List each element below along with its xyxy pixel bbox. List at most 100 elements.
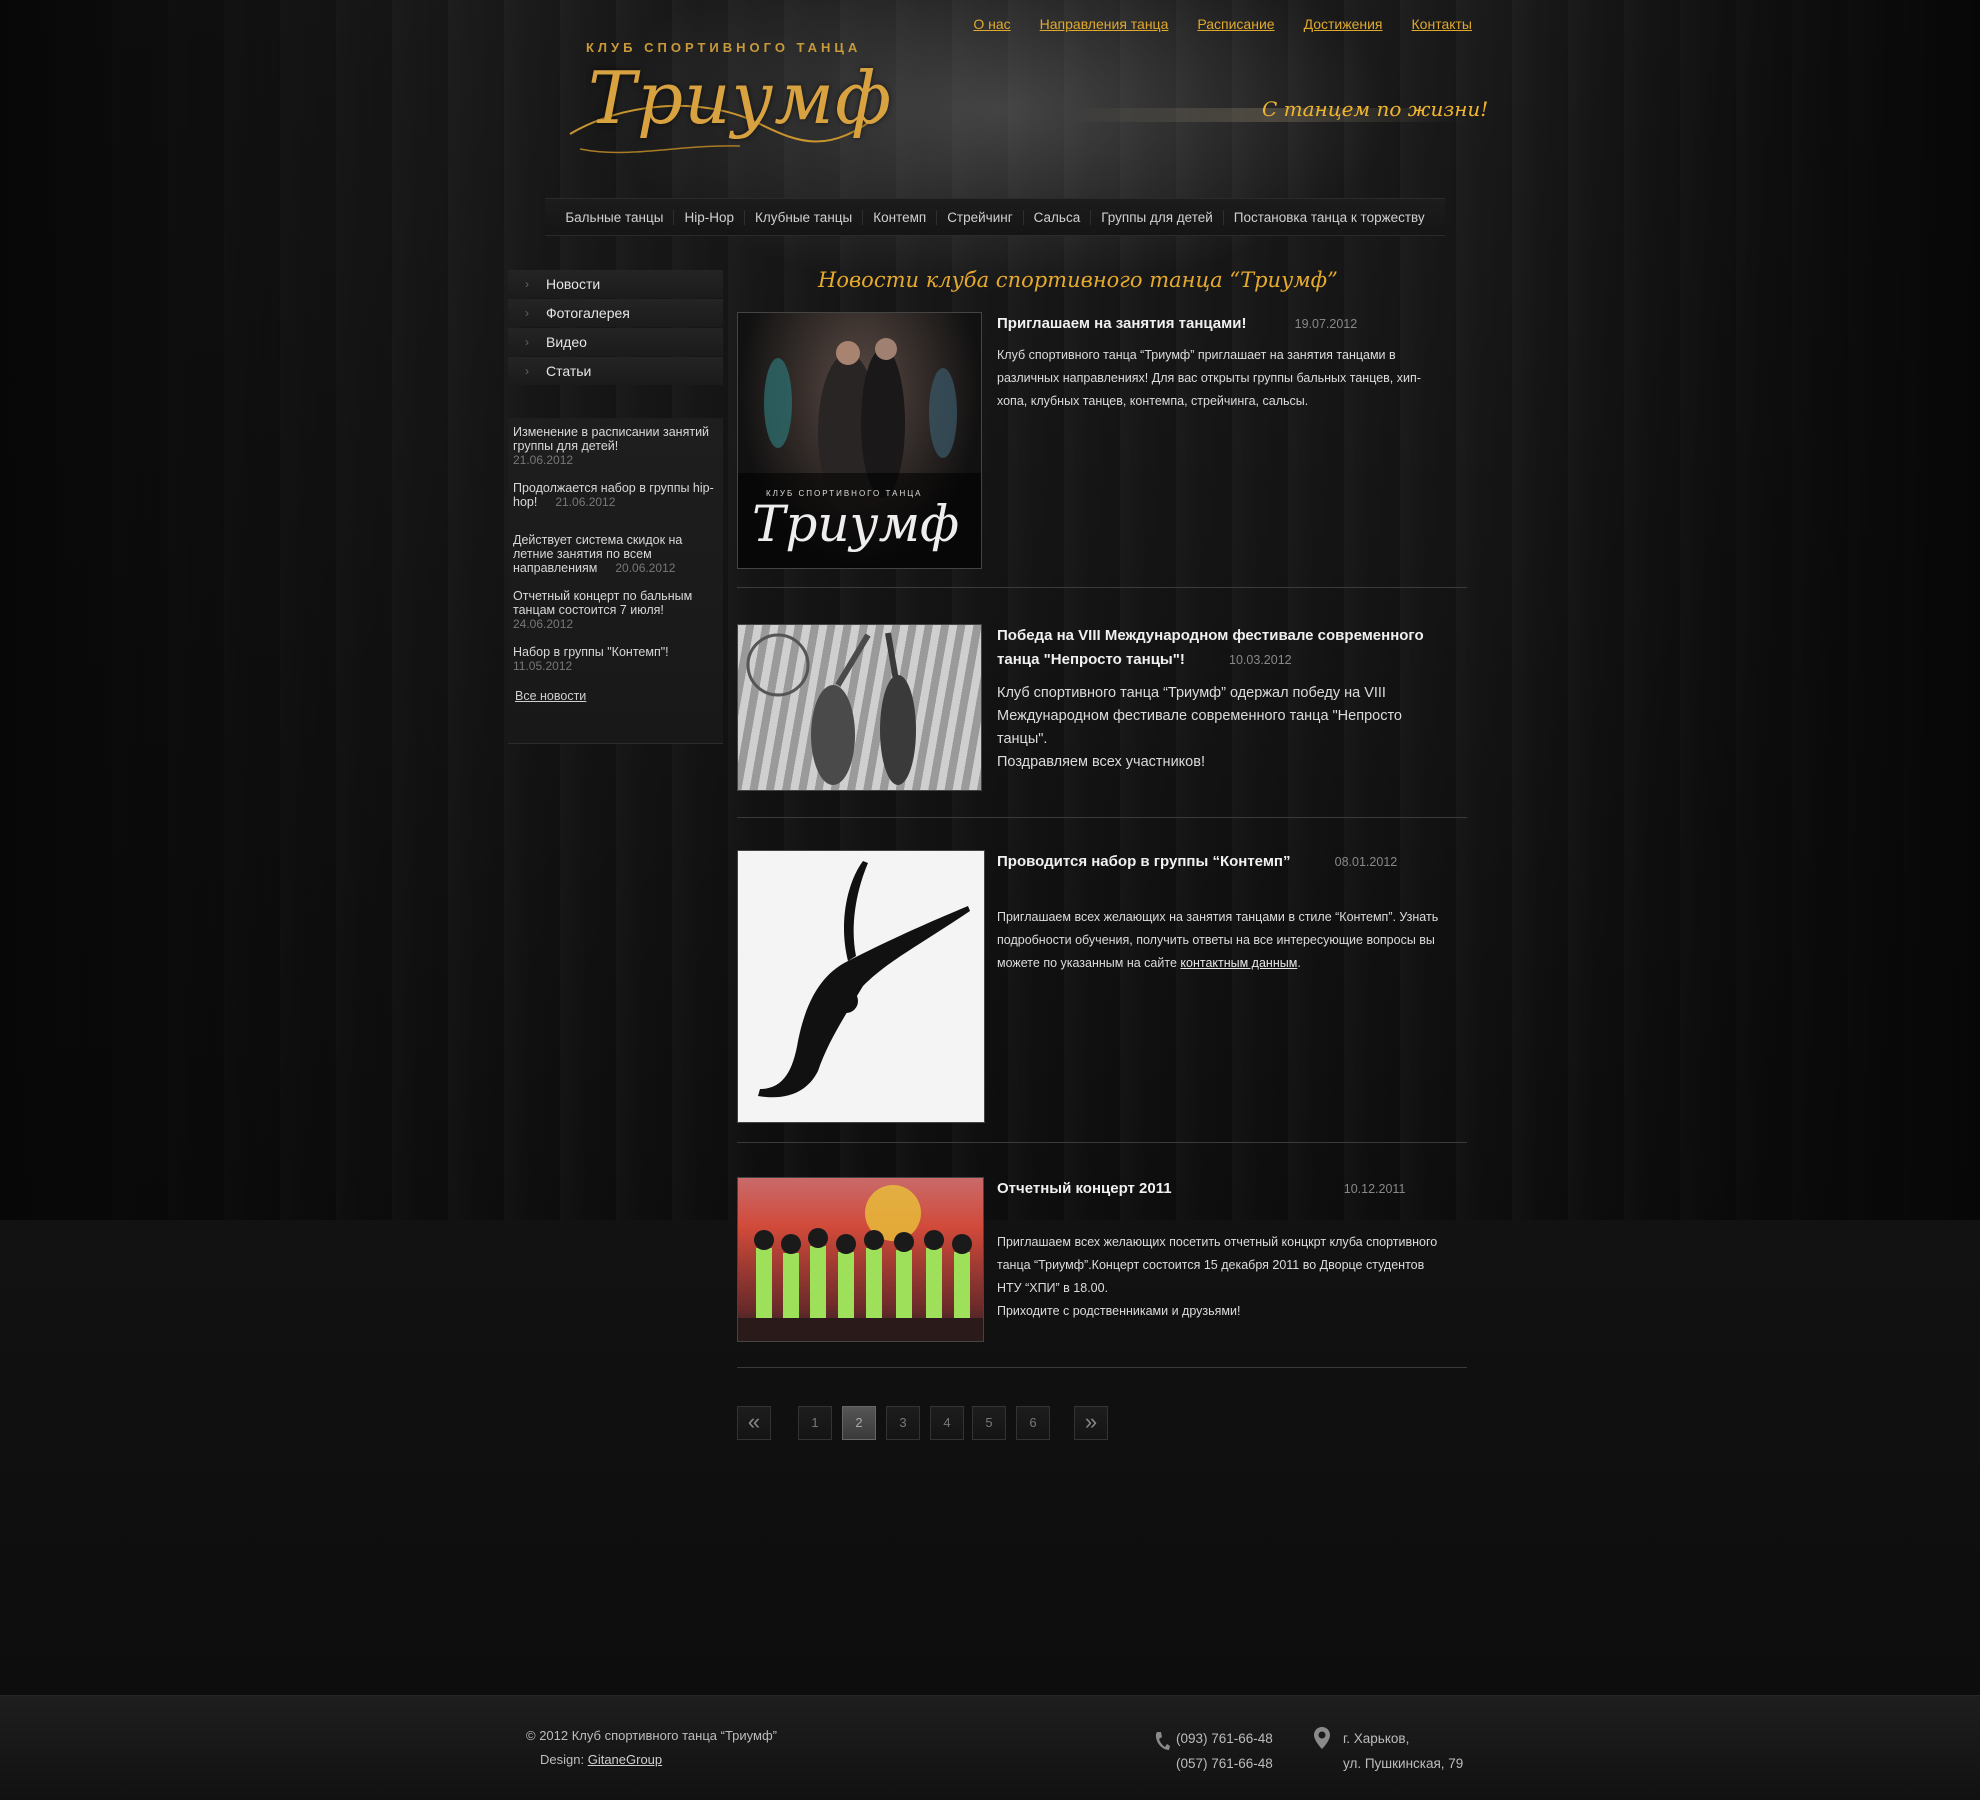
article-title-text: Проводится набор в группы “Контемп” [997, 853, 1291, 870]
all-news-link[interactable]: Все новости [515, 689, 586, 703]
pager-page-5[interactable]: 5 [972, 1406, 1006, 1440]
category-wedding[interactable]: Постановка танца к торжеству [1222, 209, 1435, 225]
article-photo[interactable]: КЛУБ СПОРТИВНОГО ТАНЦА Триумф [737, 312, 982, 569]
pager-page-3[interactable]: 3 [886, 1406, 920, 1440]
footer-phone[interactable]: (093) 761-66-48 [1176, 1726, 1273, 1751]
article-text-body: Клуб спортивного танца “Триумф” одержал … [997, 685, 1402, 747]
background-shade-right [1500, 0, 1980, 1220]
article-text-invite: Приходите с родственниками и друзьями! [997, 1304, 1241, 1318]
sidebar-news-item[interactable]: Продолжается набор в группы hip-hop! 21.0… [513, 481, 718, 509]
topnav-link-achievements[interactable]: Достижения [1304, 16, 1383, 32]
sidebar-news-box: Изменение в расписании занятий группы дл… [508, 418, 723, 744]
article-date: 08.01.2012 [1334, 855, 1398, 869]
location-pin-icon [1314, 1727, 1330, 1749]
footer-design-label: Design: [540, 1752, 585, 1767]
article-divider [737, 817, 1467, 818]
category-stretching[interactable]: Стрейчинг [936, 209, 1022, 225]
footer-phone[interactable]: (057) 761-66-48 [1176, 1751, 1273, 1776]
sidebar-news-date: 11.05.2012 [513, 659, 573, 673]
article-photo[interactable] [737, 624, 982, 791]
news-article: Отчетный концерт 2011 10.12.2011 Приглаш… [737, 1177, 1467, 1344]
footer [0, 1695, 1980, 1800]
article-text: Клуб спортивного танца “Триумф” одержал … [997, 682, 1447, 774]
article-photo[interactable] [737, 850, 985, 1123]
article-photo[interactable] [737, 1177, 984, 1342]
article-title-text: Отчетный концерт 2011 [997, 1180, 1172, 1197]
article-date: 10.03.2012 [1229, 653, 1292, 667]
topnav-link-directions[interactable]: Направления танца [1040, 16, 1169, 32]
pager-page-1[interactable]: 1 [798, 1406, 832, 1440]
logo-wordmark: Триумф [588, 56, 893, 140]
article-date: 19.07.2012 [1294, 317, 1358, 331]
sidebar-item-news[interactable]: › Новости [508, 270, 723, 298]
chevron-right-icon: › [525, 306, 529, 320]
article-text: Приглашаем всех желающих на занятия танц… [997, 906, 1452, 975]
article-title[interactable]: Приглашаем на занятия танцами! 19.07.201… [997, 312, 1447, 336]
article-text-tail: . [1297, 956, 1301, 970]
category-ballroom[interactable]: Бальные танцы [555, 210, 673, 225]
footer-address-street: ул. Пушкинская, 79 [1343, 1756, 1464, 1771]
chevron-right-icon: › [525, 364, 529, 378]
article-title[interactable]: Отчетный концерт 2011 10.12.2011 [997, 1177, 1447, 1201]
topnav-link-schedule[interactable]: Расписание [1197, 16, 1274, 32]
concert-photo-icon [738, 1185, 983, 1341]
logo-subtitle: КЛУБ СПОРТИВНОГО ТАНЦА [586, 40, 862, 55]
sidebar-news-text: Изменение в расписании занятий группы дл… [513, 425, 710, 453]
article-title[interactable]: Победа на VIII Международном фестивале с… [997, 624, 1467, 672]
category-hiphop[interactable]: Hip-Hop [673, 209, 744, 225]
news-article: Победа на VIII Международном фестивале с… [737, 624, 1467, 794]
pager-next-button[interactable]: » [1074, 1406, 1108, 1440]
contacts-link[interactable]: контактным данным [1180, 956, 1297, 970]
chevron-right-icon: › [525, 335, 529, 349]
pager-page-4[interactable]: 4 [930, 1406, 964, 1440]
sidebar-item-photos[interactable]: › Фотогалерея [508, 299, 723, 327]
article-text-body: Приглашаем всех желающих посетить отчетн… [997, 1235, 1438, 1295]
sidebar-item-label: Статьи [546, 363, 592, 379]
sidebar-item-video[interactable]: › Видео [508, 328, 723, 356]
pager-prev-button[interactable]: « [737, 1406, 771, 1440]
article-title[interactable]: Проводится набор в группы “Контемп” 08.0… [997, 850, 1447, 874]
pager-page-2-current[interactable]: 2 [842, 1406, 876, 1440]
news-article: КЛУБ СПОРТИВНОГО ТАНЦА Триумф Приглашаем… [737, 312, 1467, 572]
category-kids[interactable]: Группы для детей [1090, 209, 1223, 225]
sidebar-news-date: 24.06.2012 [513, 617, 574, 631]
sidebar-news-text: Отчетный концерт по бальным танцам состо… [513, 589, 693, 617]
category-salsa[interactable]: Сальса [1022, 209, 1091, 225]
slogan: С танцем по жизни! [1262, 97, 1489, 121]
footer-copyright: © 2012 Клуб спортивного танца “Триумф” [526, 1728, 777, 1743]
sidebar-news-item[interactable]: Отчетный концерт по бальным танцам состо… [513, 589, 718, 631]
footer-design: Design: GitaneGroup [540, 1752, 662, 1767]
sidebar-news-text: Набор в группы "Контемп"! [513, 645, 669, 659]
article-divider [737, 587, 1467, 588]
article-text: Приглашаем всех желающих посетить отчетн… [997, 1231, 1452, 1323]
site-logo[interactable]: КЛУБ СПОРТИВНОГО ТАНЦА Триумф [560, 34, 893, 164]
footer-design-link[interactable]: GitaneGroup [588, 1752, 662, 1767]
article-text-congrats: Поздравляем всех участников! [997, 754, 1205, 770]
news-article: Проводится набор в группы “Контемп” 08.0… [737, 850, 1467, 1125]
phone-icon [1155, 1732, 1170, 1750]
footer-address-city: г. Харьков, [1343, 1731, 1410, 1746]
dancer-photo-icon [758, 861, 970, 1098]
article-text: Клуб спортивного танца “Триумф” приглаша… [997, 348, 1421, 408]
photo-caption: Триумф [752, 495, 960, 553]
sidebar-news-item[interactable]: Действует система скидок на летние занят… [513, 533, 718, 575]
background-shade-left [0, 0, 480, 1220]
sidebar-news-date: 20.06.2012 [615, 561, 676, 575]
topnav-link-contacts[interactable]: Контакты [1412, 16, 1472, 32]
category-contemp[interactable]: Контемп [862, 209, 936, 225]
article-title-text: Приглашаем на занятия танцами! [997, 315, 1247, 332]
sidebar-news-date: 21.06.2012 [513, 453, 574, 467]
topnav-link-about[interactable]: О нас [973, 16, 1010, 32]
pager-page-6[interactable]: 6 [1016, 1406, 1050, 1440]
sidebar-news-item[interactable]: Изменение в расписании занятий группы дл… [513, 425, 718, 467]
sidebar-news-item[interactable]: Набор в группы "Контемп"! 11.05.2012 [513, 645, 718, 673]
sidebar-item-articles[interactable]: › Статьи [508, 357, 723, 385]
dancers-photo-icon [746, 632, 916, 785]
page-title: Новости клуба спортивного танца “Триумф” [818, 268, 1338, 292]
article-title-text: Победа на VIII Международном фестивале с… [997, 627, 1424, 668]
category-bar: Бальные танцы Hip-Hop Клубные танцы Конт… [545, 198, 1445, 236]
category-club[interactable]: Клубные танцы [743, 209, 862, 225]
chevron-right-icon: › [525, 277, 529, 291]
top-navigation: О нас Направления танца Расписание Дости… [973, 16, 1472, 32]
article-divider [737, 1367, 1467, 1368]
